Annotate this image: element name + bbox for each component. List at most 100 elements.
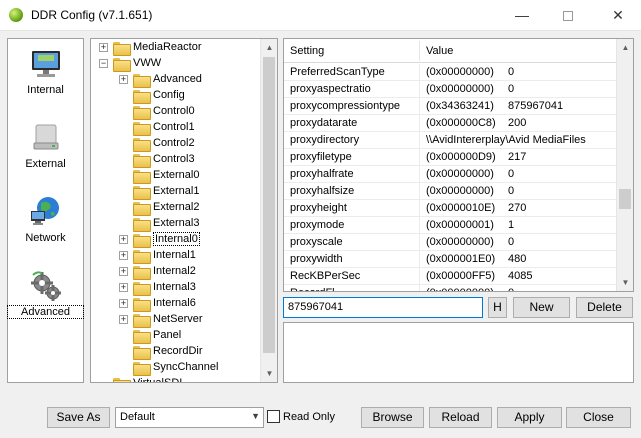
tree-node[interactable]: − VWW xyxy=(91,56,259,72)
setting-hex-cell: (0x000001E0) xyxy=(426,253,496,265)
close-window-button[interactable]: ✕ xyxy=(595,0,641,31)
tree-node[interactable]: Config xyxy=(91,88,259,104)
tree-node[interactable]: Control1 xyxy=(91,120,259,136)
value-input[interactable]: 875967041 xyxy=(283,297,483,318)
expand-icon[interactable]: + xyxy=(99,43,108,52)
settings-grid[interactable]: Setting Value PreferredScanType (0x000000… xyxy=(283,38,634,292)
tree-node[interactable]: VirtualSDI xyxy=(91,376,259,382)
expand-icon[interactable]: + xyxy=(119,315,128,324)
tree-node[interactable]: + Internal6 xyxy=(91,296,259,312)
table-row[interactable]: proxyscale (0x00000000) 0 xyxy=(284,234,617,251)
delete-button[interactable]: Delete xyxy=(576,297,633,318)
setting-value-cell: 875967041 xyxy=(508,100,564,112)
tree-node[interactable]: External1 xyxy=(91,184,259,200)
setting-name-cell: proxywidth xyxy=(290,253,343,265)
tree-node[interactable]: SyncChannel xyxy=(91,360,259,376)
table-row[interactable]: proxywidth (0x000001E0) 480 xyxy=(284,251,617,268)
scroll-down-icon[interactable]: ▼ xyxy=(617,274,633,291)
tree-node[interactable]: External0 xyxy=(91,168,259,184)
expand-icon[interactable]: + xyxy=(119,283,128,292)
tree-node[interactable]: + Internal3 xyxy=(91,280,259,296)
maximize-icon xyxy=(563,11,573,22)
tree-node[interactable]: Control3 xyxy=(91,152,259,168)
table-row[interactable]: proxycompressiontype (0x34363241) 87596704… xyxy=(284,98,617,115)
tree-node[interactable]: Control0 xyxy=(91,104,259,120)
folder-icon xyxy=(133,122,151,136)
setting-hex-cell: (0x000000D9) xyxy=(426,151,496,163)
table-row[interactable]: RecordFl... (0x00000000) 0 xyxy=(284,285,617,291)
scroll-down-icon[interactable]: ▼ xyxy=(261,365,277,382)
title-bar: DDR Config (v7.1.651) — ✕ xyxy=(0,0,641,31)
tree-node[interactable]: + NetServer xyxy=(91,312,259,328)
folder-icon xyxy=(133,362,151,376)
setting-name-cell: RecordFl... xyxy=(290,287,344,291)
tree-node[interactable]: + Internal0 xyxy=(91,232,259,248)
tree-node-label: Internal0 xyxy=(153,232,200,246)
new-button[interactable]: New xyxy=(513,297,570,318)
tree-node[interactable]: + Internal1 xyxy=(91,248,259,264)
expand-icon[interactable]: + xyxy=(119,235,128,244)
folder-icon xyxy=(133,330,151,344)
tree-node-label: RecordDir xyxy=(153,345,203,357)
table-row[interactable]: proxydatarate (0x000000C8) 200 xyxy=(284,115,617,132)
table-row[interactable]: proxyfiletype (0x000000D9) 217 xyxy=(284,149,617,166)
table-row[interactable]: proxydirectory \\AvidIntererplay\Avid Med… xyxy=(284,132,617,149)
tree-node[interactable]: Control2 xyxy=(91,136,259,152)
expand-icon[interactable]: + xyxy=(119,75,128,84)
expand-icon[interactable]: + xyxy=(119,267,128,276)
table-row[interactable]: PreferredScanType (0x00000000) 0 xyxy=(284,64,617,81)
tree-node[interactable]: + Advanced xyxy=(91,72,259,88)
maximize-button[interactable] xyxy=(545,0,591,31)
category-panel: Internal External Network Advanced xyxy=(7,38,84,383)
scroll-up-icon[interactable]: ▲ xyxy=(617,39,633,56)
setting-value-cell: 270 xyxy=(508,202,527,214)
column-header-setting[interactable]: Setting xyxy=(290,45,324,57)
category-advanced[interactable]: Advanced xyxy=(7,269,84,319)
apply-button[interactable]: Apply xyxy=(497,407,562,428)
read-only-checkbox[interactable] xyxy=(267,410,280,423)
table-row[interactable]: proxyhalfrate (0x00000000) 0 xyxy=(284,166,617,183)
scroll-up-icon[interactable]: ▲ xyxy=(261,39,277,56)
tree-scroll-thumb[interactable] xyxy=(263,57,275,353)
expand-icon[interactable]: + xyxy=(119,299,128,308)
table-row[interactable]: RecKBPerSec (0x00000FF5) 4085 xyxy=(284,268,617,285)
browse-button[interactable]: Browse xyxy=(361,407,424,428)
category-internal[interactable]: Internal xyxy=(8,47,83,96)
category-external[interactable]: External xyxy=(8,121,83,170)
tree-node[interactable]: + Internal2 xyxy=(91,264,259,280)
reload-button[interactable]: Reload xyxy=(429,407,492,428)
tree-node[interactable]: RecordDir xyxy=(91,344,259,360)
minimize-button[interactable]: — xyxy=(499,0,545,31)
read-only-label[interactable]: Read Only xyxy=(283,411,335,423)
tree-node[interactable]: + MediaReactor xyxy=(91,40,259,56)
grid-scrollbar[interactable]: ▲ ▼ xyxy=(616,39,633,291)
grid-scroll-thumb[interactable] xyxy=(619,189,631,209)
category-network[interactable]: Network xyxy=(8,195,83,244)
tree-scrollbar[interactable]: ▲ ▼ xyxy=(260,39,277,382)
tree-node[interactable]: Panel xyxy=(91,328,259,344)
setting-value-cell: 1 xyxy=(508,219,515,231)
setting-hex-cell: (0x0000010E) xyxy=(426,202,496,214)
table-row[interactable]: proxyheight (0x0000010E) 270 xyxy=(284,200,617,217)
expand-icon[interactable]: + xyxy=(119,251,128,260)
tree-node-label: Internal3 xyxy=(153,281,196,293)
setting-hex-cell: (0x00000000) xyxy=(426,287,494,291)
close-icon: ✕ xyxy=(612,7,624,23)
tree-node[interactable]: External2 xyxy=(91,200,259,216)
category-label: External xyxy=(25,158,66,170)
folder-icon xyxy=(133,202,151,216)
table-row[interactable]: proxymode (0x00000001) 1 xyxy=(284,217,617,234)
preset-select[interactable]: Default ▼ xyxy=(115,407,264,428)
collapse-icon[interactable]: − xyxy=(99,59,108,68)
setting-name-cell: RecKBPerSec xyxy=(290,270,361,282)
table-row[interactable]: proxyhalfsize (0x00000000) 0 xyxy=(284,183,617,200)
registry-tree[interactable]: + MediaReactor − VWW + Advanced Config Control0… xyxy=(90,38,278,383)
tree-node[interactable]: External3 xyxy=(91,216,259,232)
folder-icon xyxy=(133,314,151,328)
close-button[interactable]: Close xyxy=(566,407,631,428)
save-as-button[interactable]: Save As xyxy=(47,407,110,428)
table-row[interactable]: proxyaspectratio (0x00000000) 0 xyxy=(284,81,617,98)
description-area[interactable] xyxy=(283,322,634,383)
column-header-value[interactable]: Value xyxy=(426,45,453,57)
hex-toggle-button[interactable]: H xyxy=(488,297,507,318)
